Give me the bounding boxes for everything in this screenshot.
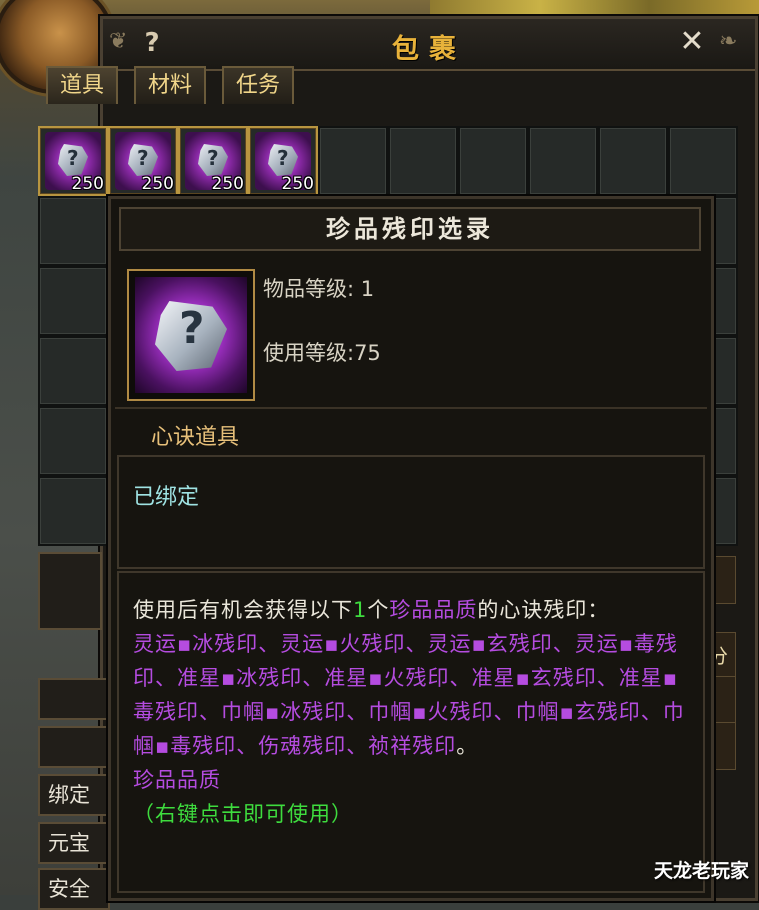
- desc-quality: 珍品品质: [389, 598, 478, 622]
- tab-materials[interactable]: 材料: [134, 66, 207, 104]
- desc-suffix: 的心诀残印：: [477, 598, 610, 622]
- watermark: 天龙老玩家: [653, 860, 749, 882]
- item-count: 250: [281, 174, 314, 194]
- item-tooltip: 珍品残印选录 ? 物品等级: 1 使用等级:75 心诀道具 已绑定 使用后有机会…: [108, 196, 714, 901]
- currency-field: [38, 678, 110, 720]
- description-box: 使用后有机会获得以下1个珍品品质的心诀残印： 灵运▪冰残印、灵运▪火残印、灵运▪…: [117, 571, 705, 893]
- item-count: 250: [211, 174, 244, 194]
- inventory-slot[interactable]: [528, 126, 598, 196]
- bound-status: 已绑定: [133, 485, 200, 510]
- item-name: 珍品残印选录: [119, 207, 701, 251]
- tab-quest[interactable]: 任务: [222, 66, 295, 104]
- bind-status-box: 已绑定: [117, 455, 705, 569]
- safety-lock-button[interactable]: 安全: [38, 868, 110, 910]
- inventory-slot[interactable]: [388, 126, 458, 196]
- divider: [115, 407, 707, 409]
- inventory-slot[interactable]: [598, 126, 668, 196]
- inventory-slot[interactable]: [458, 126, 528, 196]
- inventory-slot[interactable]: [668, 126, 738, 196]
- item-count: 250: [71, 174, 104, 194]
- item-description: 使用后有机会获得以下1个珍品品质的心诀残印： 灵运▪冰残印、灵运▪火残印、灵运▪…: [133, 593, 693, 831]
- bound-currency-label: 绑定元: [38, 774, 110, 816]
- inventory-slot[interactable]: ? 250: [178, 126, 248, 196]
- inventory-slot[interactable]: [38, 406, 108, 476]
- inventory-slot[interactable]: ? 250: [38, 126, 108, 196]
- usage-hint: （右键点击即可使用）: [133, 802, 353, 826]
- ingot-label: 元宝: [38, 822, 110, 864]
- scroll-ornament-icon: ❧: [719, 29, 738, 54]
- quality-line: 珍品品质: [133, 768, 221, 792]
- item-category: 心诀道具: [151, 425, 240, 450]
- stone-fragment-icon: ?: [135, 277, 247, 393]
- item-level: 物品等级: 1: [263, 277, 375, 301]
- close-button[interactable]: ✕: [677, 27, 707, 57]
- currency-field: [38, 726, 110, 768]
- seal-list: 灵运▪冰残印、灵运▪火残印、灵运▪玄残印、灵运▪毒残印、准星▪冰残印、准星▪火残…: [133, 632, 685, 758]
- tab-props[interactable]: 道具: [46, 66, 119, 104]
- inventory-slot[interactable]: [38, 266, 108, 336]
- inventory-slot[interactable]: [38, 336, 108, 406]
- desc-prefix: 使用后有机会获得以下: [133, 598, 353, 622]
- use-level: 使用等级:75: [263, 341, 381, 365]
- end-mark: 。: [456, 734, 479, 758]
- inventory-slot[interactable]: [38, 196, 108, 266]
- window-title: 包裹: [392, 34, 466, 65]
- item-count: 250: [141, 174, 174, 194]
- inventory-slot[interactable]: [318, 126, 388, 196]
- inventory-slot[interactable]: [38, 476, 108, 546]
- inventory-slot[interactable]: ? 250: [248, 126, 318, 196]
- item-icon-frame: ?: [127, 269, 255, 401]
- desc-count: 1: [353, 598, 368, 622]
- inventory-slot[interactable]: ? 250: [108, 126, 178, 196]
- equipment-preview-panel[interactable]: [38, 552, 102, 630]
- window-title-bar[interactable]: ❦ ? 包裹 ✕ ❧: [103, 19, 755, 71]
- desc-mid: 个: [367, 598, 390, 622]
